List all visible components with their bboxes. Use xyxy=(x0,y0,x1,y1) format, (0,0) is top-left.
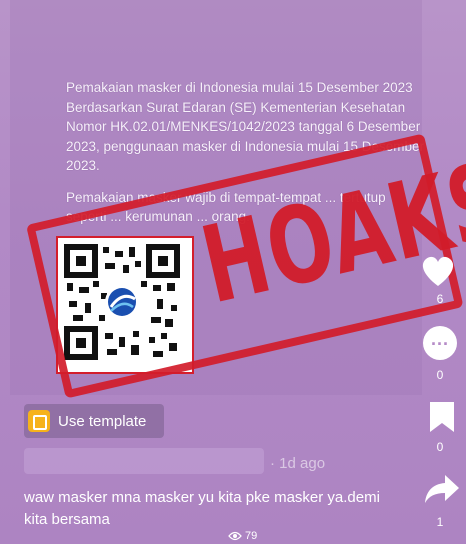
template-icon xyxy=(28,410,50,432)
save-count: 0 xyxy=(436,440,444,454)
post-caption: waw masker mna masker yu kita pke masker… xyxy=(24,489,380,528)
username-blurred[interactable] xyxy=(24,448,264,474)
use-template-button[interactable]: Use template xyxy=(24,404,164,438)
comment-dots-icon: ... xyxy=(430,328,449,349)
comment-button[interactable]: ... xyxy=(423,326,457,360)
bookmark-icon[interactable] xyxy=(428,400,456,434)
like-count: 6 xyxy=(436,292,444,306)
eye-icon xyxy=(228,531,242,541)
like-heart-icon[interactable] xyxy=(418,250,458,290)
comment-count: 0 xyxy=(436,368,444,382)
view-count: 79 xyxy=(228,530,257,542)
share-arrow-icon[interactable] xyxy=(423,473,461,505)
share-count: 1 xyxy=(436,515,444,529)
post-age: · 1d ago xyxy=(270,455,326,472)
use-template-label: Use template xyxy=(58,412,147,430)
view-count-value: 79 xyxy=(245,530,258,542)
